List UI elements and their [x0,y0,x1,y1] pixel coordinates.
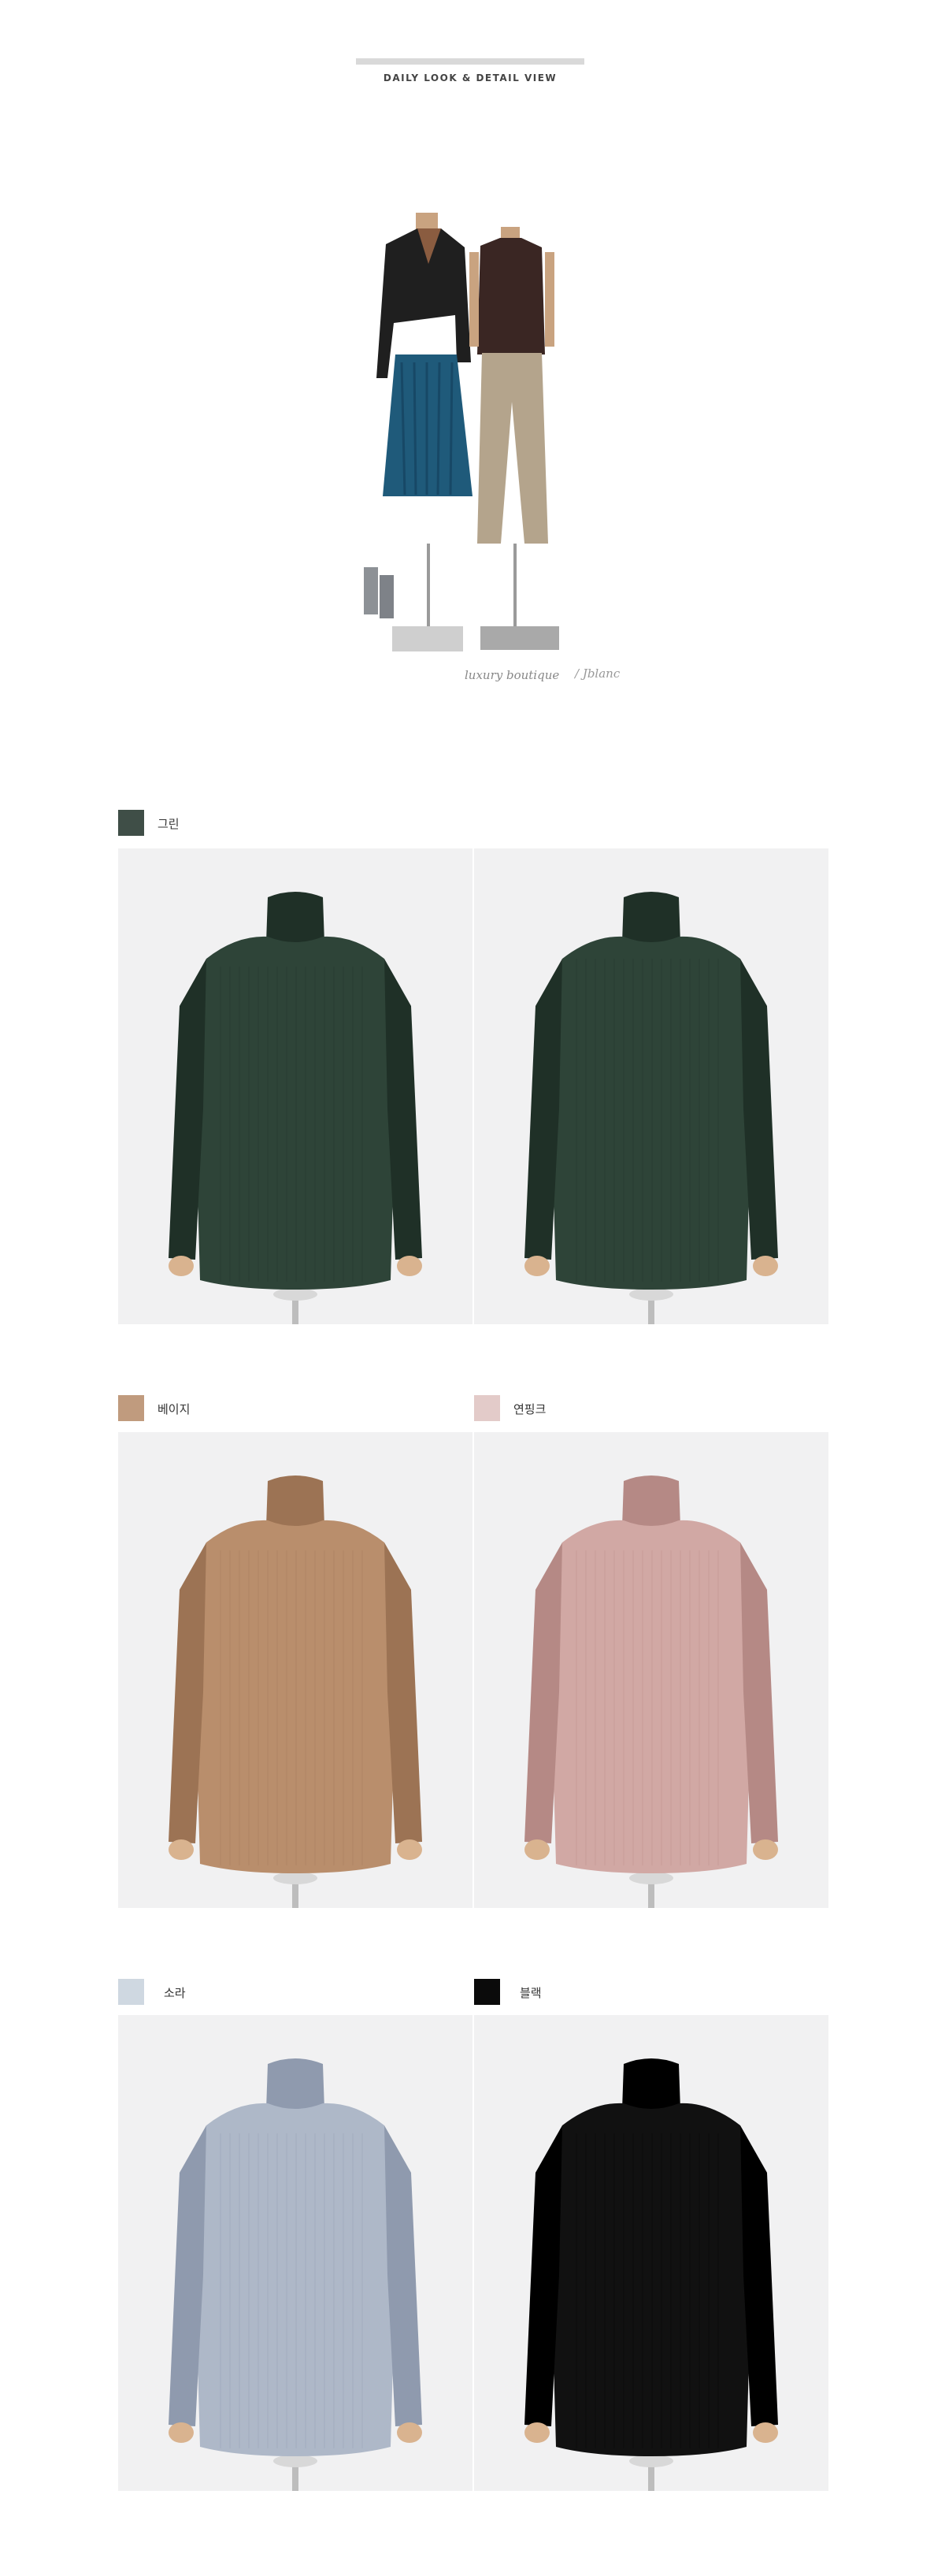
color-label-green: 그린 [158,817,180,831]
brand-signature: / Jblanc [575,666,621,681]
product-photo-green-front [118,848,472,1324]
turtleneck-front-black [524,2058,778,2491]
color-swatch-green [118,810,144,836]
turtleneck-body [195,2103,395,2456]
stand-base [273,2455,317,2467]
left-hand [169,2422,194,2443]
left-hand [524,2422,550,2443]
stand-base [273,1872,317,1884]
product-photo-beige [118,1432,472,1908]
section-title: DAILY LOOK & DETAIL VIEW [383,72,558,84]
left-hand [524,1256,550,1276]
turtleneck-body [551,2103,751,2456]
product-photo-green-back [474,848,828,1324]
turtleneck-body [551,1520,751,1873]
color-swatch-light-pink [474,1395,500,1421]
color-swatch-sky-blue [118,1979,144,2005]
color-swatch-beige [118,1395,144,1421]
turtleneck-back-green [524,892,778,1324]
left-hand [169,1839,194,1860]
turtleneck-front-sky-blue [169,2058,422,2491]
right-hand [753,1839,778,1860]
brand-text: luxury boutique [465,668,560,682]
right-hand [397,2422,422,2443]
stand-base [629,1872,673,1884]
color-label-light-pink: 연핑크 [513,1402,547,1416]
turtleneck-front-beige [169,1475,422,1908]
left-hand [524,1839,550,1860]
color-label-black: 블랙 [520,1986,542,2000]
turtleneck-body [551,936,751,1290]
stand-base [629,1288,673,1301]
product-photo-light-pink [474,1432,828,1908]
stand-base [273,1288,317,1301]
turtleneck-body [195,936,395,1290]
right-hand [397,1256,422,1276]
color-swatch-black [474,1979,500,2005]
product-photo-sky-blue [118,2015,472,2491]
header-divider-bar [356,58,584,65]
daily-look-image [339,197,591,654]
product-photo-black [474,2015,828,2491]
turtleneck-body [195,1520,395,1873]
color-label-beige: 베이지 [158,1402,191,1416]
right-hand [753,1256,778,1276]
left-hand [169,1256,194,1276]
stand-base [629,2455,673,2467]
turtleneck-front-light-pink [524,1475,778,1908]
turtleneck-front-green [169,892,422,1324]
right-hand [753,2422,778,2443]
color-label-sky-blue: 소라 [164,1986,186,2000]
right-hand [397,1839,422,1860]
